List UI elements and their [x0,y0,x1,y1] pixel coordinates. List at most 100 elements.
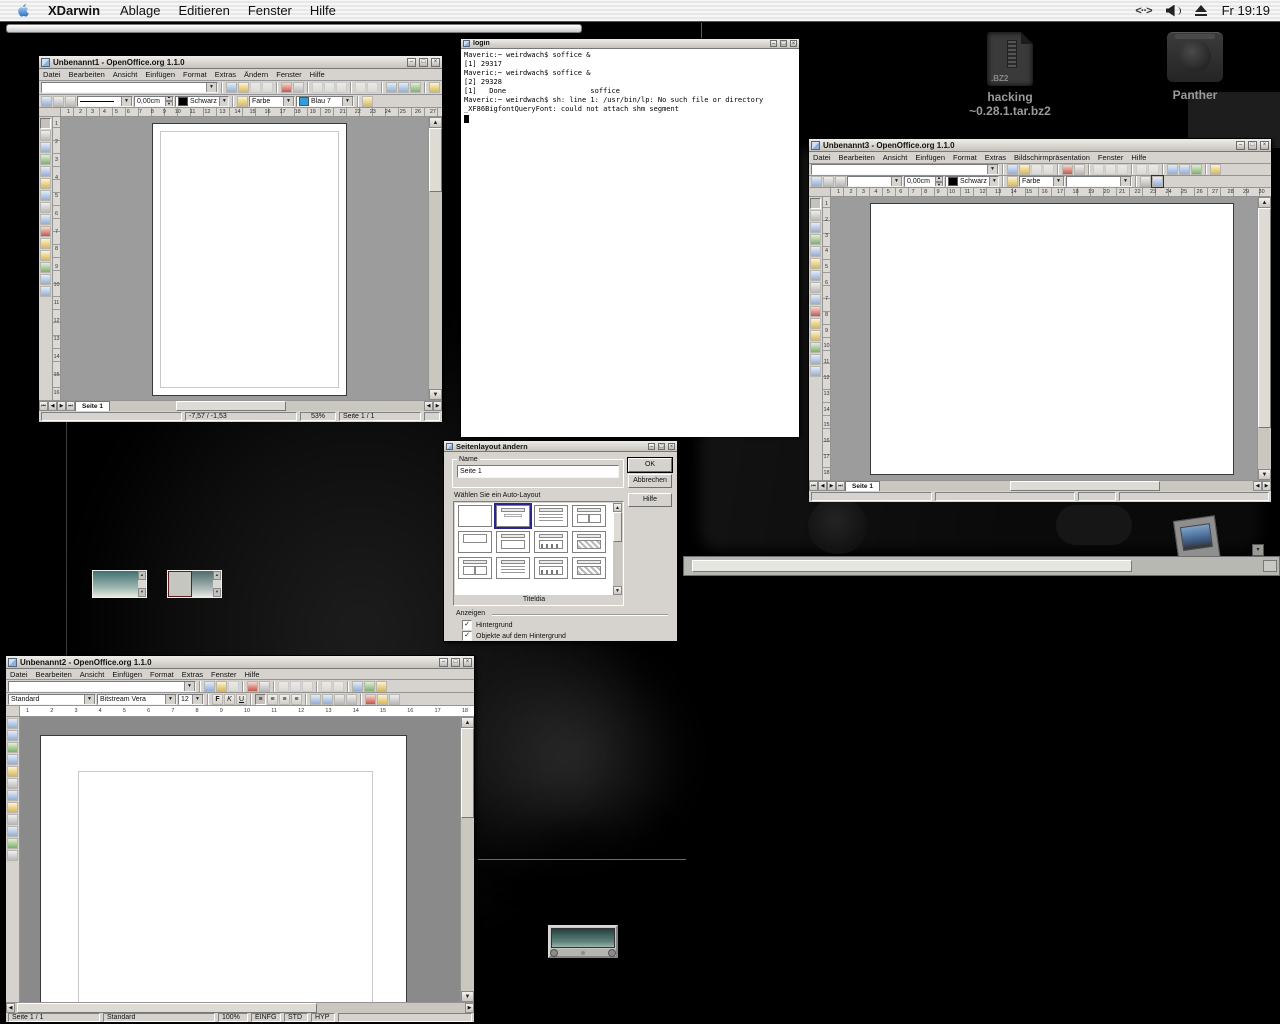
writer-ruler[interactable]: 123456789101112131415161718 [20,706,474,717]
paragraph-style-combobox[interactable]: Standard ▼ [8,694,96,705]
teal-widget-1[interactable]: ▲▼ [92,570,147,598]
open-icon[interactable] [238,82,249,93]
undo-icon[interactable] [321,681,332,692]
font-color-icon[interactable] [365,694,376,705]
impress-vertical-scrollbar[interactable]: ▲ ▼ [1257,197,1271,480]
mini-scrollbar[interactable]: ▲▼ [138,571,146,597]
layout-grid[interactable] [455,503,613,595]
italic-icon[interactable]: K [224,694,235,705]
load-url-combobox[interactable]: ▼ [41,82,218,93]
arrow-style-icon[interactable] [835,176,846,187]
mini-scrollbar[interactable]: ▲▼ [213,571,221,597]
paste-icon[interactable] [336,82,347,93]
combo-arrow-icon[interactable]: ▼ [219,96,229,107]
draw-vertical-scrollbar[interactable]: ▲ ▼ [428,117,442,400]
writer-menu-1[interactable]: Bearbeiten [32,669,76,680]
scroll-up-icon[interactable]: ▲ [461,717,474,728]
xterm-titlebar[interactable]: login – □ × [461,39,799,49]
writer-window[interactable]: Unbenannt2 - OpenOffice.org 1.1.0 – □ × … [5,655,475,1017]
combo-arrow-icon[interactable]: ▼ [1120,176,1131,187]
scroll-right-knob[interactable] [608,949,616,957]
status-hyperlink-mode[interactable]: HYP [311,1013,335,1022]
draw-horizontal-scrollbar[interactable] [110,401,424,411]
writer-titlebar[interactable]: Unbenannt2 - OpenOffice.org 1.1.0 – □ × [6,656,474,669]
scroll-up-icon[interactable]: ▲ [1258,197,1271,208]
line-width-field[interactable]: 0,00cm ▲▼ [134,96,174,107]
ellipse-tool-icon[interactable] [810,246,821,257]
menubar-menu-hilfe[interactable]: Hilfe [301,3,345,18]
redo-icon[interactable] [1148,164,1159,175]
draw-horizontal-ruler[interactable]: 1234567891011121314151617181920212223242… [61,108,442,117]
text-tool-icon[interactable] [40,142,51,153]
impress-close-button[interactable]: × [1260,141,1269,150]
background-objects-checkbox-row[interactable]: ✓ Objekte auf dem Hintergrund [462,631,566,641]
impress-window[interactable]: Unbenannt3 - OpenOffice.org 1.1.0 – □ × … [808,138,1272,498]
impress-horizontal-scrollbar[interactable] [880,481,1253,491]
scroll-up-icon[interactable]: ▲ [613,503,622,512]
numbered-list-icon[interactable] [310,694,321,705]
undo-icon[interactable] [355,82,366,93]
paste-icon[interactable] [1117,164,1128,175]
align-center-icon[interactable]: ≡ [267,694,278,705]
writer-menu-3[interactable]: Einfügen [108,669,146,680]
arrow-style-icon[interactable] [65,96,76,107]
line-icon[interactable] [823,176,834,187]
scroll-down-icon[interactable]: ▼ [213,588,221,597]
hscroll-thumb[interactable] [1010,481,1160,491]
rectangle-tool-icon[interactable] [810,234,821,245]
input-source-icon[interactable]: <··> [1135,5,1151,17]
xterm-maximize-button[interactable]: □ [780,40,787,47]
edit-file-icon[interactable] [262,82,273,93]
writer-menu-6[interactable]: Fenster [207,669,240,680]
line-style-combobox[interactable]: ▼ [77,96,133,107]
layout-option-4[interactable] [458,531,492,553]
new-document-icon[interactable] [226,82,237,93]
alignment-tool-icon[interactable] [40,238,51,249]
checkbox-checked-icon[interactable]: ✓ [462,631,472,641]
writer-menu-4[interactable]: Format [146,669,178,680]
gallery-icon[interactable] [364,681,375,692]
font-size-combobox[interactable]: 12 ▼ [178,694,204,705]
objects3d-tool-icon[interactable] [810,258,821,269]
menubar-menu-editieren[interactable]: Editieren [170,3,239,18]
name-input[interactable]: Seite 1 [457,465,619,478]
scroll-thumb[interactable] [461,728,474,818]
writer-page[interactable] [40,735,407,1002]
scroll-up-icon[interactable]: ▲ [429,117,442,128]
curve-tool-icon[interactable] [810,270,821,281]
new-document-icon[interactable] [1007,164,1018,175]
scroll-left-icon[interactable]: ◀ [1253,481,1262,491]
mini-hscrollbar[interactable] [550,949,616,956]
text-tool-icon[interactable] [810,222,821,233]
form-controls-icon[interactable] [7,754,18,765]
line-color-combobox[interactable]: Schwarz ▼ [945,176,999,187]
form-functions-icon[interactable] [810,366,821,377]
scroll-thumb[interactable] [613,512,622,542]
combo-arrow-icon[interactable]: ▼ [283,96,294,107]
interaction-tool-icon[interactable] [810,354,821,365]
writer-menu-2[interactable]: Ansicht [76,669,109,680]
checkbox-checked-icon[interactable]: ✓ [462,620,472,630]
impress-menu-7[interactable]: Fenster [1094,152,1127,163]
status-insert-mode[interactable]: EINFG [251,1013,281,1022]
combo-arrow-icon[interactable]: ▼ [184,681,195,692]
insert-fields-icon[interactable] [7,730,18,741]
print-icon[interactable] [1074,164,1085,175]
columns-icon[interactable] [7,814,18,825]
hscroll-thumb[interactable] [176,401,286,411]
fill-type-combobox[interactable]: Farbe ▼ [1019,176,1065,187]
load-url-combobox[interactable]: ▼ [811,164,999,175]
scroll-up-icon[interactable]: ▲ [138,571,146,580]
shadow-icon[interactable] [1140,176,1151,187]
draw-menu-5[interactable]: Extras [211,69,240,80]
draw-close-button[interactable]: × [431,58,440,67]
layout-grid-scrollbar[interactable]: ▲ ▼ [613,503,622,595]
hyperlink-icon[interactable] [7,838,18,849]
menubar-app-name[interactable]: XDarwin [37,3,111,18]
zoom-tool-icon[interactable] [40,130,51,141]
page-tab[interactable]: Seite 1 [845,481,880,491]
scroll-left-icon[interactable]: ◀ [424,401,433,411]
insert-frame-icon[interactable] [7,790,18,801]
status-page-style[interactable]: Standard [103,1013,215,1022]
navigator-icon[interactable] [352,681,363,692]
